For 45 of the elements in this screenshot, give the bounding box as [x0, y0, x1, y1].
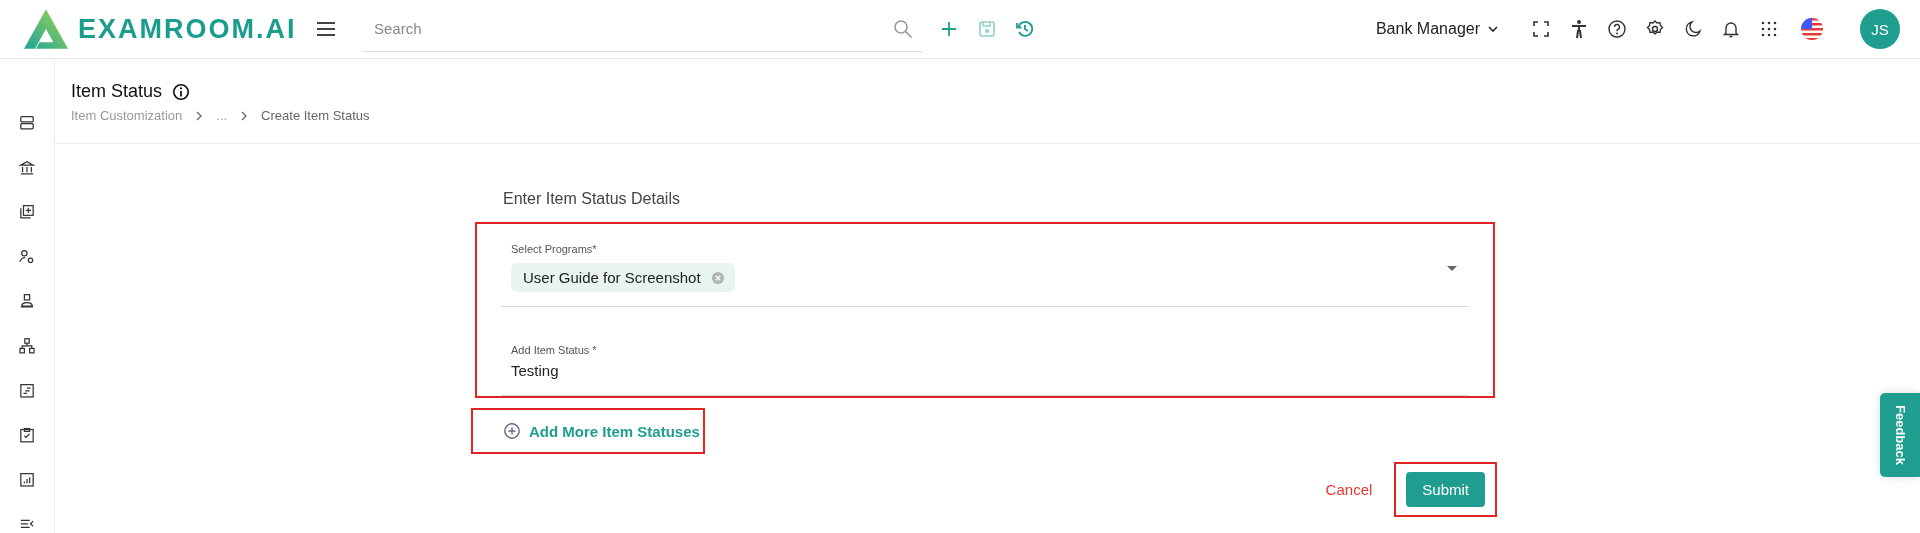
- programs-select[interactable]: Select Programs* User Guide for Screenshot: [501, 238, 1469, 307]
- info-icon[interactable]: [172, 82, 191, 101]
- chevron-right-icon: [196, 110, 203, 121]
- breadcrumb-item[interactable]: Item Customization: [71, 108, 183, 123]
- field-label: Add Item Status *: [511, 344, 598, 356]
- menu-icon[interactable]: [316, 19, 336, 39]
- submit-button[interactable]: Submit: [1406, 472, 1485, 507]
- role-dropdown[interactable]: Bank Manager: [1375, 20, 1498, 38]
- cancel-button[interactable]: Cancel: [1319, 481, 1379, 498]
- chevron-icon: [1488, 26, 1498, 32]
- feedback-tab[interactable]: Feedback: [1880, 393, 1920, 477]
- chart-icon[interactable]: [18, 470, 36, 489]
- user-avatar[interactable]: JS: [1860, 9, 1900, 49]
- fullscreen-icon[interactable]: [1531, 19, 1551, 39]
- search-field[interactable]: Search: [362, 6, 884, 51]
- brand-logo: EXAMROOM.AI: [78, 13, 297, 45]
- breadcrumb-item: Create Item Status: [261, 108, 370, 123]
- program-chip[interactable]: User Guide for Screenshot: [511, 263, 735, 292]
- field-label: Select Programs*: [511, 243, 598, 255]
- help-icon[interactable]: [1607, 19, 1627, 39]
- hierarchy-icon[interactable]: [18, 336, 36, 355]
- user-icon[interactable]: [18, 292, 36, 310]
- add-icon[interactable]: [939, 19, 959, 39]
- dropdown-arrow-icon[interactable]: [1447, 266, 1457, 271]
- page-title: Item Status: [71, 81, 163, 102]
- clipboard-icon[interactable]: [18, 426, 36, 444]
- bell-icon[interactable]: [1721, 19, 1741, 39]
- add-circle-icon: [503, 422, 521, 440]
- moon-icon[interactable]: [1683, 19, 1703, 39]
- search-icon[interactable]: [893, 18, 913, 39]
- section-heading: Enter Item Status Details: [503, 190, 681, 208]
- bank-icon[interactable]: [18, 158, 36, 177]
- history-icon[interactable]: [1015, 19, 1035, 39]
- apps-grid-icon[interactable]: [1759, 19, 1779, 39]
- accessibility-icon[interactable]: [1569, 19, 1589, 39]
- form-icon[interactable]: [18, 381, 36, 400]
- item-status-field[interactable]: Add Item Status * Testing: [501, 339, 1469, 396]
- chevron-right-icon: [241, 110, 248, 121]
- add-more-link[interactable]: Add More Item Statuses: [503, 422, 700, 440]
- copy-plus-icon[interactable]: [18, 203, 36, 221]
- logo-icon: [24, 9, 68, 49]
- field-value: Testing: [511, 362, 560, 379]
- server-icon[interactable]: [18, 114, 36, 132]
- flag-icon[interactable]: [1800, 17, 1824, 41]
- breadcrumb-item[interactable]: ...: [216, 108, 228, 123]
